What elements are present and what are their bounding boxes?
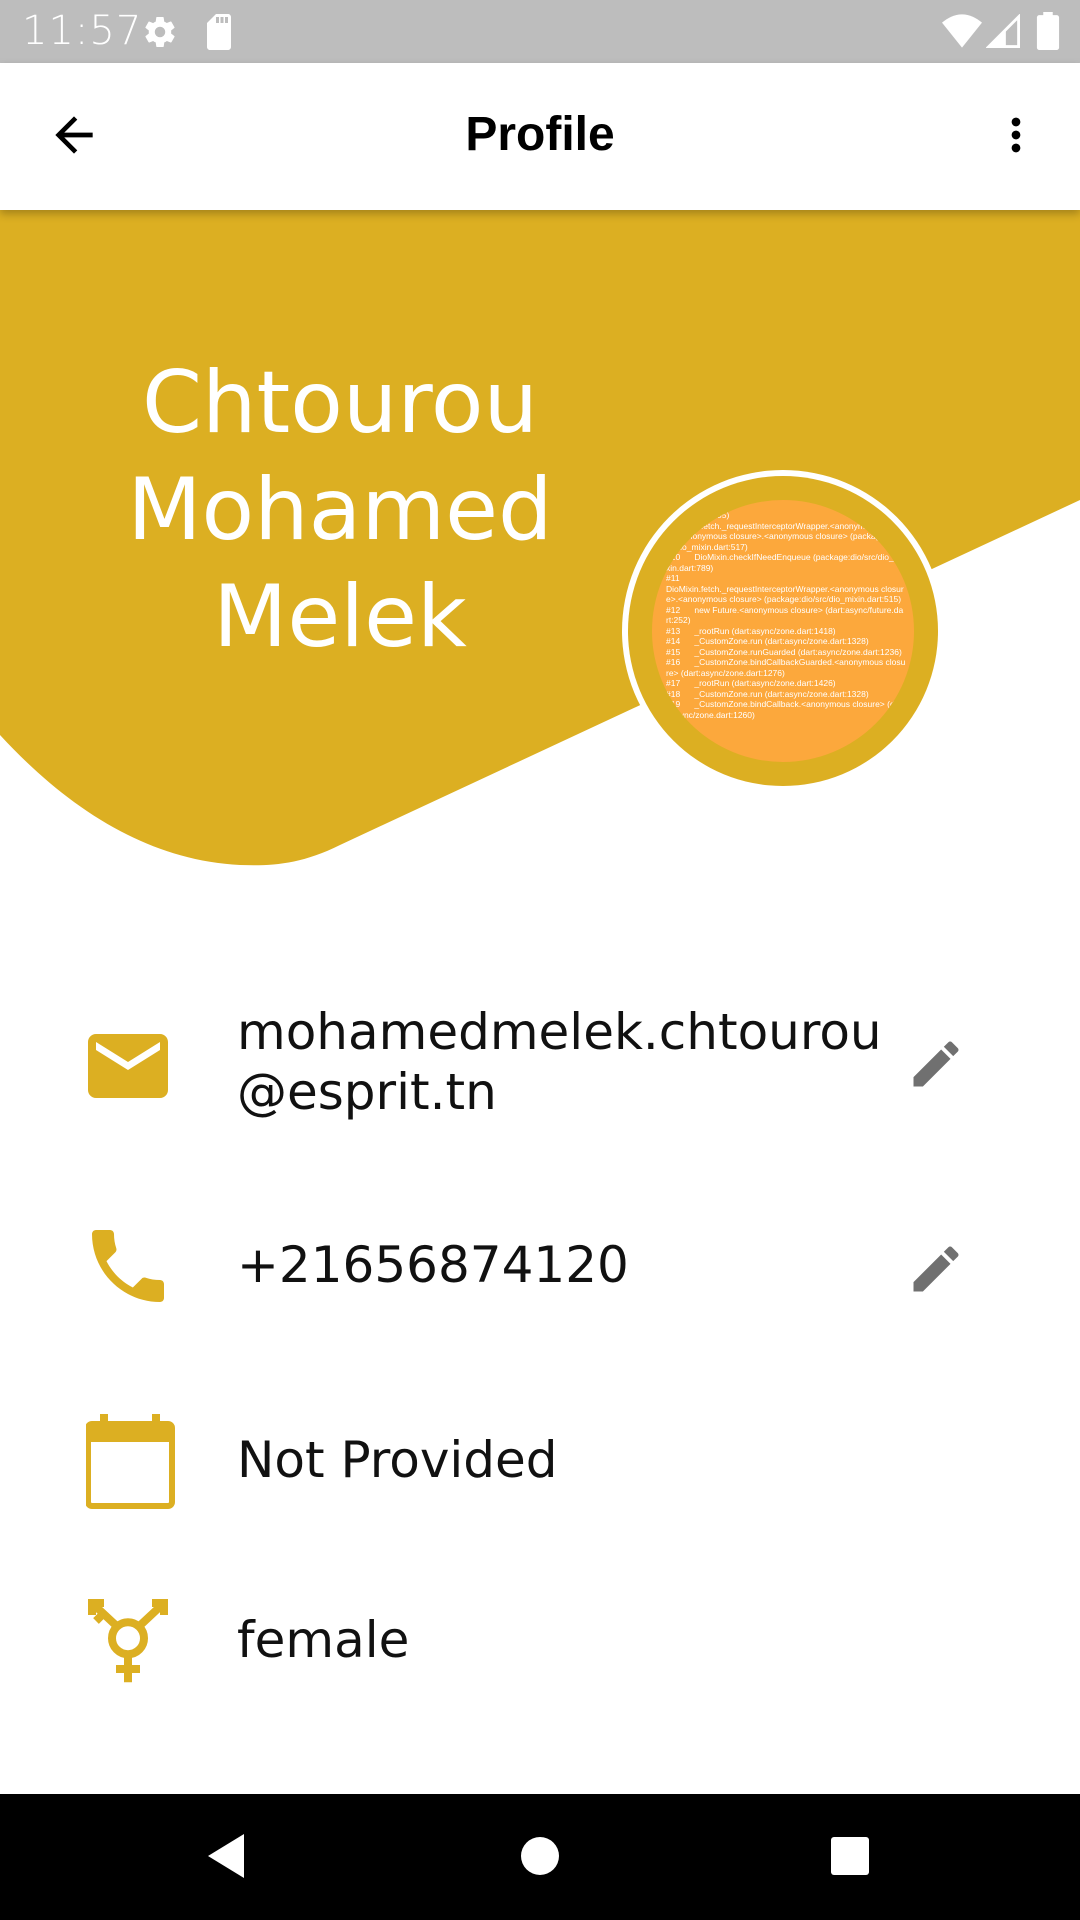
edit-phone-icon[interactable] [906, 1239, 966, 1299]
phone-text: +21656874120 [237, 1236, 629, 1294]
wifi-icon [942, 14, 982, 48]
phone-icon [92, 1230, 164, 1302]
sd-card-icon [207, 14, 231, 50]
birthdate-text: Not Provided [237, 1431, 558, 1489]
gender-row: female [0, 1590, 1080, 1700]
profile-name-line: Melek [213, 567, 467, 667]
email-icon [88, 1034, 168, 1098]
profile-name-line: Chtourou [142, 353, 538, 453]
transgender-icon [88, 1599, 168, 1683]
edit-email-icon[interactable] [906, 1034, 966, 1094]
profile-name-line: Mohamed [127, 460, 553, 560]
status-bar: 11:57 [0, 0, 1080, 63]
battery-icon [1036, 12, 1060, 50]
nav-home-icon[interactable] [518, 1828, 562, 1884]
email-line: mohamedmelek.chtourou [237, 1003, 882, 1061]
nav-back-icon[interactable] [204, 1828, 248, 1884]
calendar-icon [86, 1414, 175, 1509]
page-title: Profile [465, 108, 615, 161]
app-bar: Profile [0, 63, 1080, 210]
email-row: mohamedmelek.chtourou @esprit.tn [0, 1000, 1080, 1130]
avatar[interactable]: ...mixin.dart:605) DioMixin.fetch._reque… [622, 470, 944, 792]
gender-text: female [237, 1611, 410, 1669]
profile-name: Chtourou Mohamed Melek [90, 350, 590, 671]
avatar-image: ...mixin.dart:605) DioMixin.fetch._reque… [652, 500, 914, 762]
nav-recents-icon[interactable] [828, 1828, 872, 1884]
phone-row: +21656874120 [0, 1215, 1080, 1325]
email-text: mohamedmelek.chtourou @esprit.tn [237, 1002, 882, 1122]
more-vert-icon[interactable] [990, 103, 1042, 167]
birthdate-row: Not Provided [0, 1410, 1080, 1520]
status-time: 11:57 [22, 8, 143, 54]
settings-icon [145, 17, 175, 48]
email-line: @esprit.tn [237, 1063, 497, 1121]
avatar-error-text: ...mixin.dart:605) DioMixin.fetch._reque… [666, 510, 906, 720]
cell-signal-icon [986, 14, 1020, 48]
avatar-ring: ...mixin.dart:605) DioMixin.fetch._reque… [628, 476, 938, 786]
system-nav-bar [0, 1794, 1080, 1920]
